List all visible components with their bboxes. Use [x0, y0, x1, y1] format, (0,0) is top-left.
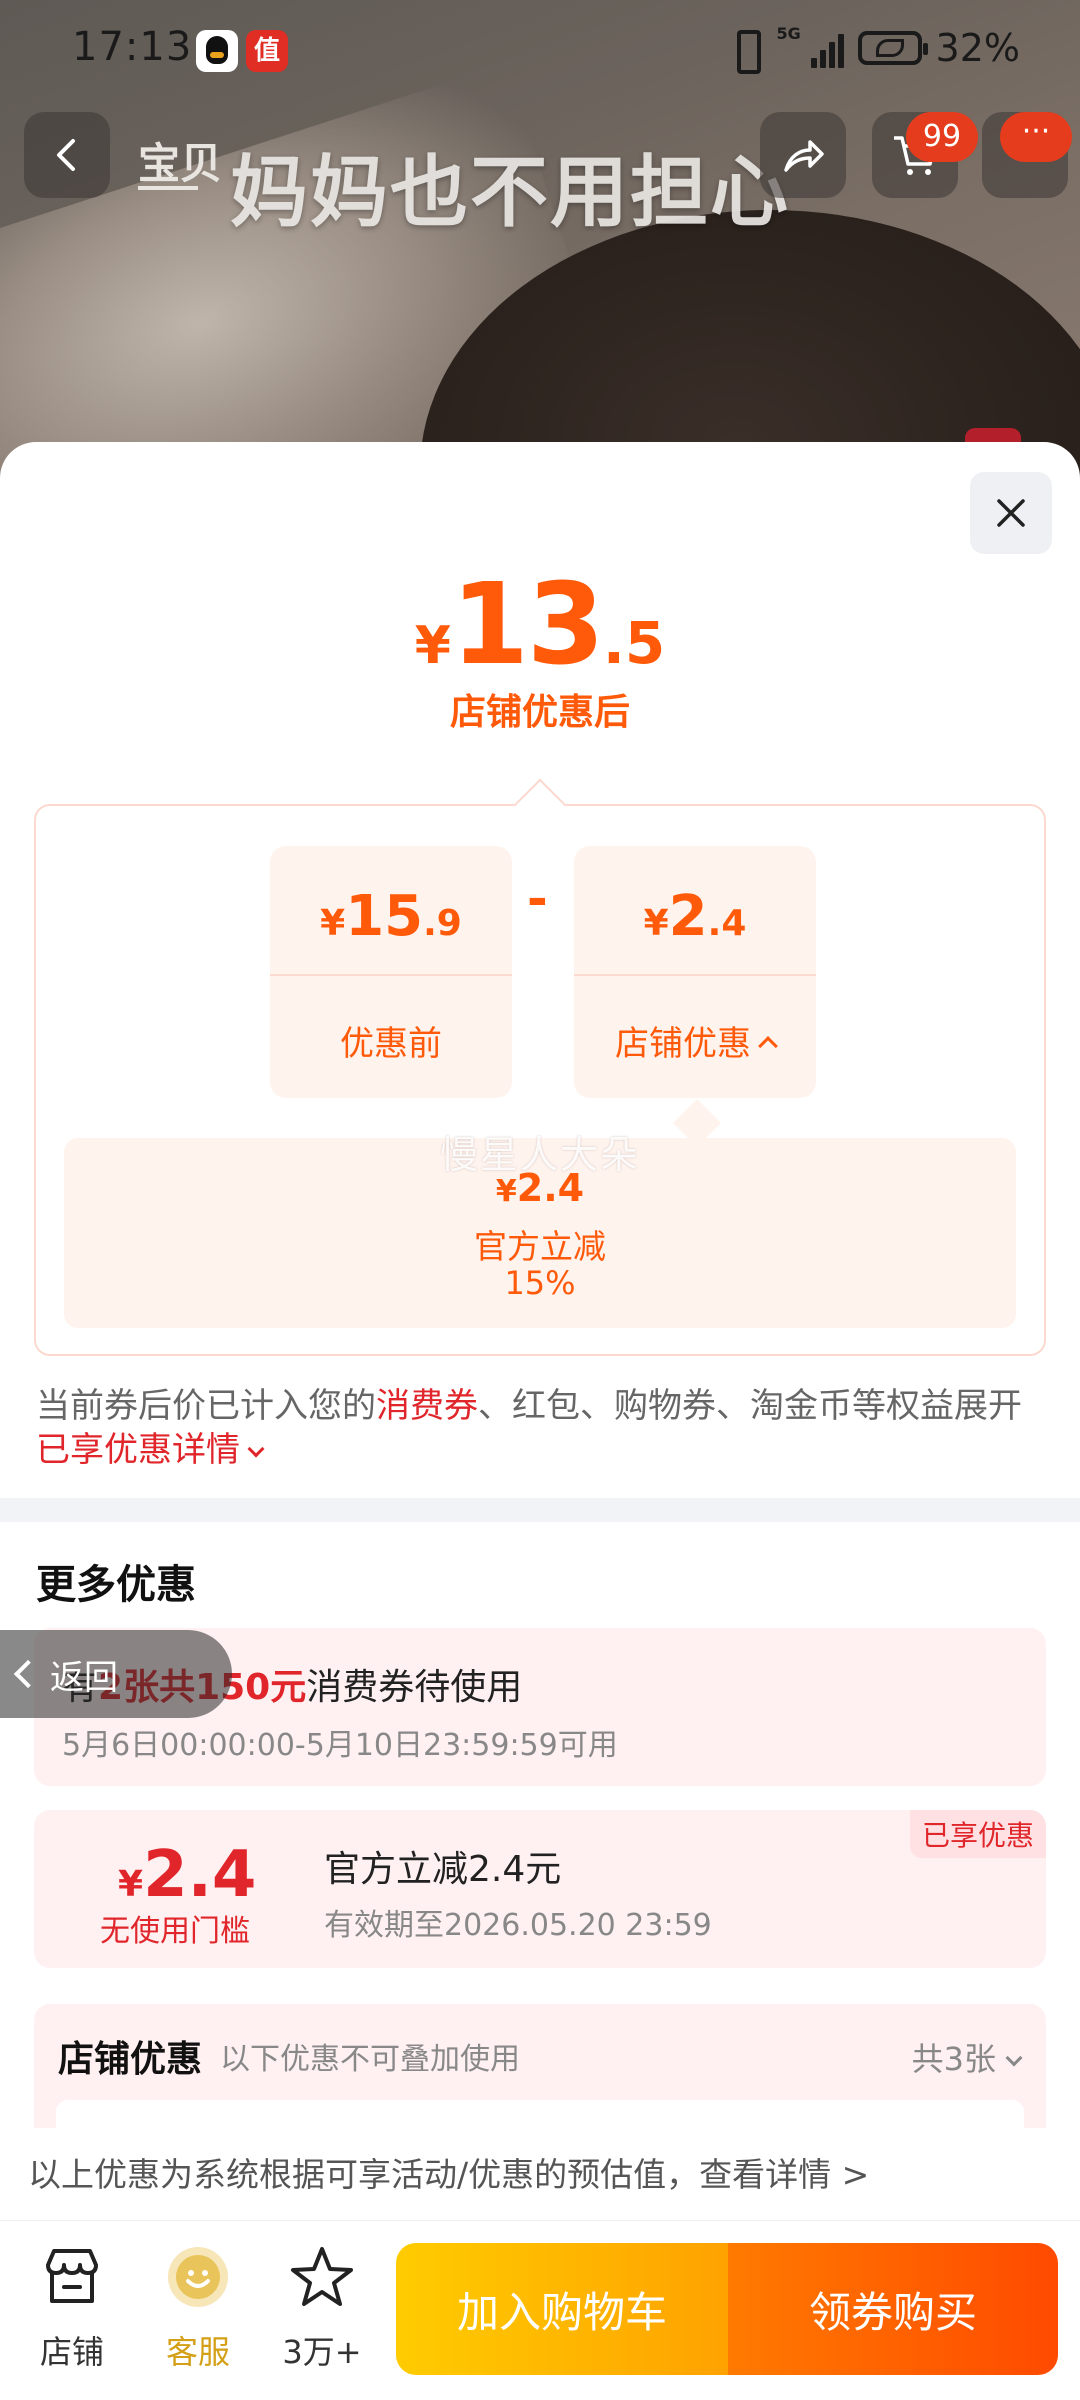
star-icon	[291, 2247, 353, 2306]
store-discount-card-subtitle: 以下优惠不可叠加使用	[220, 2042, 520, 2077]
footer-note-text: 以上优惠为系统根据可享活动/优惠的预估值，查看详情 >	[28, 2155, 870, 2194]
more-discounts-title: 更多优惠	[36, 1562, 196, 1608]
shop-label: 店铺	[39, 2333, 104, 2371]
final-price-decimal: .5	[602, 609, 666, 677]
share-button[interactable]	[760, 112, 846, 198]
final-price: ¥13.5	[0, 560, 1080, 690]
consumer-coupon-link[interactable]: 消费券	[376, 1386, 478, 1426]
final-price-symbol: ¥	[414, 616, 451, 676]
store-discount-label-text: 店铺优惠	[615, 1024, 751, 1064]
shop-button[interactable]: 店铺	[12, 2241, 132, 2373]
network-type: 5G	[776, 24, 801, 43]
product-hero-text: 妈妈也不用担心	[230, 148, 791, 238]
tab-baobei[interactable]: 宝贝	[138, 130, 222, 191]
back-button[interactable]	[24, 112, 110, 198]
store-discount-card-title: 店铺优惠	[58, 2039, 203, 2080]
official-card-threshold: 无使用门槛	[100, 1914, 250, 1949]
final-price-integer: 13	[450, 560, 605, 690]
close-button[interactable]	[970, 472, 1052, 554]
chevron-down-icon	[1005, 2049, 1023, 2067]
customer-service-icon	[168, 2247, 228, 2307]
official-card-title: 官方立减2.4元	[324, 1849, 562, 1890]
price-before-integer: 15	[345, 884, 424, 949]
enjoyed-discount-details-link[interactable]: 已享优惠详情	[36, 1430, 240, 1470]
favorite-count: 3万+	[282, 2333, 362, 2371]
store-discount-label: 店铺优惠	[574, 1016, 816, 1065]
divider	[574, 974, 816, 976]
floating-back-label: 返回	[50, 1657, 118, 1698]
coupon-suffix: 消费券待使用	[306, 1667, 523, 1708]
price-before-value: ¥15.9	[270, 884, 512, 949]
signal-icon: 5G	[777, 24, 844, 68]
discount-note: 当前券后价已计入您的消费券、红包、购物券、淘金币等权益展开已享优惠详情	[36, 1384, 1046, 1472]
favorite-button[interactable]: 3万+	[262, 2241, 382, 2373]
vibrate-icon	[727, 28, 763, 74]
official-card-amount: ¥2.4	[118, 1838, 256, 1912]
more-dots-icon[interactable]: ···	[1000, 112, 1072, 162]
tab-underline	[138, 186, 198, 190]
official-discount-amount: ¥2.4	[0, 1166, 1080, 1210]
divider	[270, 974, 512, 976]
official-discount-name: 官方立减	[474, 1227, 606, 1266]
status-time: 17:13	[72, 24, 193, 70]
section-separator	[0, 1498, 1080, 1522]
official-discount-percent: 15%	[504, 1264, 576, 1302]
footer-note[interactable]: 以上优惠为系统根据可享活动/优惠的预估值，查看详情 >	[0, 2128, 1080, 2220]
close-icon	[997, 499, 1025, 527]
add-to-cart-button[interactable]: 加入购物车	[396, 2243, 728, 2375]
note-text-2: 、红包、购物券、淘金币等权益展开	[478, 1386, 1022, 1426]
store-discount-count-text: 共3张	[911, 2040, 996, 2078]
chevron-up-icon	[758, 1036, 778, 1056]
status-bar: 17:13 值 5G 32%	[0, 0, 1080, 100]
official-card-value: 2.4	[143, 1838, 257, 1912]
customer-service-button[interactable]: 客服	[138, 2241, 258, 2373]
store-discount-decimal: .4	[707, 903, 747, 944]
price-before-box: ¥15.9 优惠前	[270, 846, 512, 1098]
store-discount-count[interactable]: 共3张	[911, 2034, 1023, 2080]
store-discount-box[interactable]: ¥2.4 店铺优惠	[574, 846, 816, 1098]
enjoyed-badge: 已享优惠	[909, 1810, 1046, 1858]
customer-service-label: 客服	[165, 2333, 230, 2371]
battery-percent: 32%	[935, 26, 1020, 70]
share-icon	[784, 140, 824, 172]
cart-count-badge: 99	[906, 112, 978, 162]
official-discount-symbol: ¥	[495, 1174, 517, 1209]
official-card-symbol: ¥	[118, 1864, 144, 1905]
price-before-label: 优惠前	[340, 1024, 442, 1064]
official-card-validity: 有效期至2026.05.20 23:59	[324, 1908, 712, 1943]
status-right-group: 5G 32%	[727, 24, 1020, 74]
chevron-left-icon	[57, 139, 75, 171]
price-before-decimal: .9	[423, 903, 462, 944]
store-discount-symbol: ¥	[643, 903, 669, 944]
chevron-left-icon	[13, 1659, 43, 1689]
shop-icon	[46, 2249, 98, 2303]
official-discount-card[interactable]: ¥2.4 无使用门槛 官方立减2.4元 有效期至2026.05.20 23:59…	[34, 1810, 1046, 1968]
minus-sign: -	[527, 870, 548, 928]
floating-back-button[interactable]: 返回	[0, 1630, 232, 1718]
qq-app-icon	[196, 30, 238, 72]
bottom-action-bar: 店铺 客服 3万+ 加入购物车 领券购买	[0, 2220, 1080, 2400]
note-text-1: 当前券后价已计入您的	[36, 1386, 376, 1426]
zhi-app-icon: 值	[246, 30, 288, 72]
claim-coupon-buy-button[interactable]: 领券购买	[728, 2243, 1058, 2375]
chevron-down-icon[interactable]	[247, 1440, 265, 1458]
battery-icon	[857, 31, 928, 65]
store-discount-integer: 2	[668, 884, 708, 949]
consumer-coupon-time: 5月6日00:00:00-5月10日23:59:59可用	[62, 1728, 618, 1763]
official-discount-value: 2.4	[516, 1166, 585, 1210]
store-discount-value: ¥2.4	[574, 884, 816, 949]
final-price-caption: 店铺优惠后	[449, 692, 630, 733]
price-before-symbol: ¥	[320, 903, 346, 944]
